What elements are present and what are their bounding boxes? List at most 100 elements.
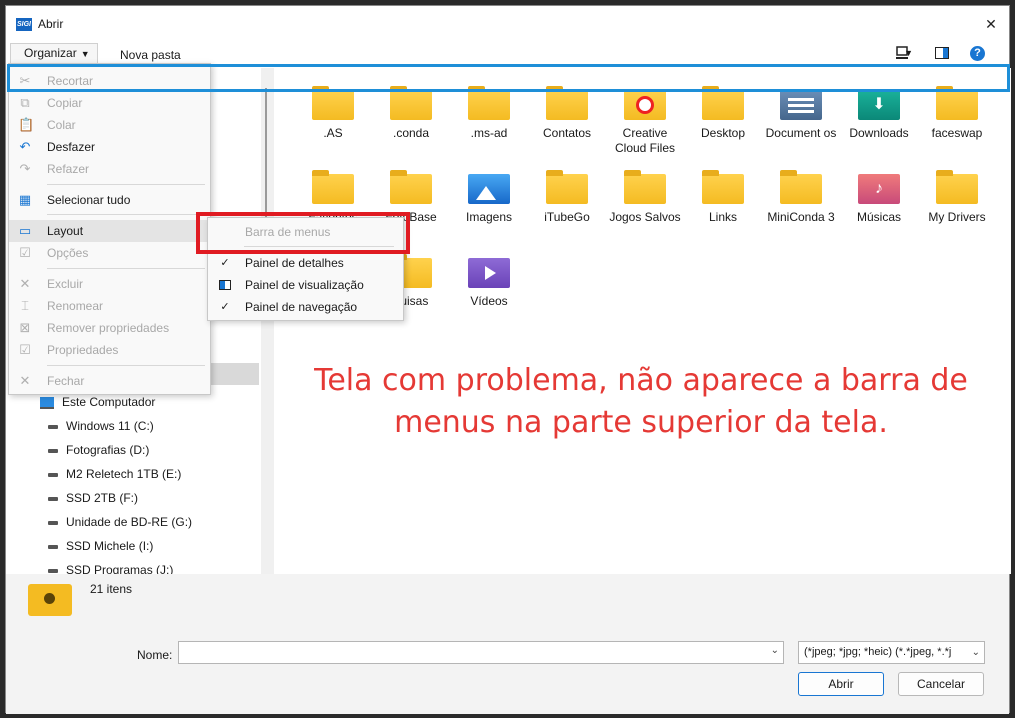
menu-item-close[interactable]: ✕ Fechar — [9, 370, 210, 392]
file-item[interactable]: Document os — [764, 90, 838, 141]
nav-item-drive[interactable]: M2 Reletech 1TB (E:) — [48, 464, 181, 484]
folder-icon — [468, 86, 510, 120]
menu-item-undo[interactable]: ↶ Desfazer — [9, 136, 210, 158]
organize-label: Organizar — [24, 46, 77, 60]
file-list: .AS .conda .ms-ad Contatos Creative Clou… — [276, 68, 1011, 574]
music-folder-icon: ♪ — [858, 174, 900, 204]
menu-separator — [47, 365, 205, 366]
menu-item-properties[interactable]: ☑ Propriedades — [9, 339, 210, 361]
file-label: .conda — [392, 126, 430, 140]
user-folder-icon — [28, 584, 72, 616]
annotation-line-2: menus na parte superior da tela. — [394, 405, 888, 440]
nav-item-drive[interactable]: SSD 2TB (F:) — [48, 488, 138, 508]
chevron-down-icon[interactable]: ⌄ — [771, 645, 779, 656]
menu-item-layout[interactable]: ▭ Layout › — [9, 220, 210, 242]
menu-item-copy[interactable]: ⧉ Copiar — [9, 92, 210, 114]
file-label: MiniConda 3 — [767, 210, 835, 224]
desktop-folder-icon — [702, 86, 744, 120]
menu-separator — [47, 268, 205, 269]
file-label: Links — [708, 210, 737, 224]
pictures-folder-icon — [468, 174, 510, 204]
nav-item-drive[interactable]: Unidade de BD-RE (G:) — [48, 512, 192, 532]
new-folder-button[interactable]: Nova pasta — [120, 48, 181, 62]
nav-item-drive[interactable]: Fotografias (D:) — [48, 440, 149, 460]
open-button[interactable]: Abrir — [798, 672, 884, 696]
file-item[interactable]: ♪ Músicas — [842, 174, 916, 225]
drive-icon — [48, 568, 58, 573]
menu-separator — [47, 184, 205, 185]
title-bar: SIGI Abrir ✕ — [6, 6, 1009, 42]
undo-icon: ↶ — [19, 139, 31, 154]
menu-item-label: Opções — [47, 246, 89, 260]
menu-item-options[interactable]: ☑ Opções — [9, 242, 210, 264]
menu-item-label: Selecionar tudo — [47, 193, 131, 207]
menu-item-remove-properties[interactable]: ⊠ Remover propriedades — [9, 317, 210, 339]
file-label: iTubeGo — [544, 210, 590, 224]
file-item[interactable]: .ms-ad — [452, 86, 526, 141]
cancel-button[interactable]: Cancelar — [898, 672, 984, 696]
menu-item-paste[interactable]: 📋 Colar — [9, 114, 210, 136]
navigation-scrollbar[interactable] — [261, 68, 274, 574]
nav-item-this-pc[interactable]: Este Computador — [40, 392, 155, 412]
folder-icon — [936, 170, 978, 204]
file-label: Contatos — [542, 126, 592, 140]
file-label: My Drivers — [928, 210, 986, 224]
nav-item-label: Este Computador — [62, 395, 156, 409]
folder-icon — [546, 86, 588, 120]
file-label: .AS — [323, 126, 343, 140]
menu-item-label: Refazer — [47, 162, 90, 176]
rename-icon: ⌶ — [21, 298, 29, 313]
file-item[interactable]: Creative Cloud Files — [608, 90, 682, 156]
chevron-down-icon[interactable]: ⌄ — [972, 642, 980, 663]
file-item[interactable]: .conda — [374, 86, 448, 141]
item-count: 21 itens — [90, 582, 133, 596]
file-item[interactable]: Jogos Salvos — [608, 170, 682, 225]
file-item[interactable]: iTubeGo — [530, 170, 604, 225]
file-type-value: (*jpeg; *jpg; *heic) (*.*jpeg, *.*j — [804, 646, 952, 658]
folder-icon — [702, 170, 744, 204]
menu-item-delete[interactable]: ✕ Excluir — [9, 273, 210, 295]
menu-item-label: Remover propriedades — [47, 321, 170, 335]
menu-item-label: Colar — [47, 118, 76, 132]
file-item[interactable]: Desktop — [686, 86, 760, 141]
optical-drive-icon — [48, 520, 58, 525]
copy-icon: ⧉ — [20, 95, 30, 110]
file-name-input[interactable]: ⌄ — [178, 641, 784, 664]
file-item[interactable]: Imagens — [452, 174, 526, 225]
menu-item-select-all[interactable]: ▦ Selecionar tudo — [9, 189, 210, 211]
highlight-box-menu-bar-option — [196, 212, 410, 254]
file-label: .ms-ad — [470, 126, 508, 140]
drive-icon — [48, 544, 58, 549]
file-item[interactable]: My Drivers — [920, 170, 994, 225]
file-item[interactable]: ⬇ Downloads — [842, 90, 916, 141]
menu-item-rename[interactable]: ⌶ Renomear — [9, 295, 210, 317]
submenu-item-navigation-pane[interactable]: ✓ Painel de navegação — [208, 296, 403, 318]
file-label: faceswap — [931, 126, 983, 140]
nav-item-drive[interactable]: SSD Michele (I:) — [48, 536, 153, 556]
file-item[interactable]: Vídeos — [452, 258, 526, 309]
nav-item-label: SSD Michele (I:) — [66, 539, 154, 553]
submenu-item-preview-pane[interactable]: Painel de visualização — [208, 274, 403, 296]
preview-pane-toggle-icon[interactable] — [935, 47, 949, 59]
file-item[interactable]: faceswap — [920, 86, 994, 141]
file-item[interactable]: Contatos — [530, 86, 604, 141]
file-item[interactable]: .AS — [296, 86, 370, 141]
folder-icon — [390, 170, 432, 204]
close-button[interactable]: ✕ — [981, 14, 1001, 34]
options-icon: ☑ — [19, 245, 31, 260]
menu-item-redo[interactable]: ↷ Refazer — [9, 158, 210, 180]
file-label: Creative Cloud Files — [614, 126, 676, 155]
organize-button[interactable]: Organizar ▼ — [10, 43, 98, 65]
nav-item-drive[interactable]: Windows 11 (C:) — [48, 416, 154, 436]
view-dropdown-chevron-icon[interactable]: ▼ — [904, 48, 913, 58]
nav-item-label: Unidade de BD-RE (G:) — [66, 515, 193, 529]
file-type-select[interactable]: (*jpeg; *jpg; *heic) (*.*jpeg, *.*j ⌄ — [798, 641, 985, 664]
submenu-item-details-pane[interactable]: ✓ Painel de detalhes — [208, 252, 403, 274]
help-icon[interactable]: ? — [970, 46, 985, 61]
file-item[interactable]: Links — [686, 170, 760, 225]
submenu-item-label: Painel de navegação — [245, 300, 358, 314]
properties-icon: ☑ — [19, 342, 31, 357]
checkmark-icon: ✓ — [220, 257, 230, 269]
nav-item-label: Windows 11 (C:) — [66, 419, 154, 433]
file-item[interactable]: MiniConda 3 — [764, 170, 838, 225]
